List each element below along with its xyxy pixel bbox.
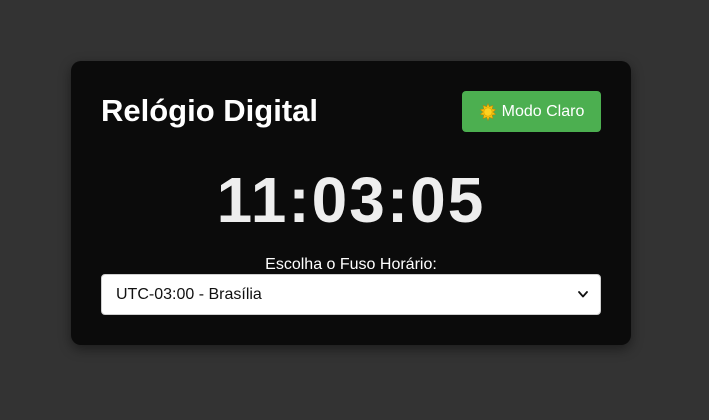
sun-icon	[479, 102, 496, 121]
chevron-down-icon	[578, 291, 588, 298]
timezone-label: Escolha o Fuso Horário:	[265, 256, 437, 273]
light-mode-button[interactable]: Modo Claro	[462, 91, 601, 132]
timezone-select[interactable]: UTC-03:00 - Brasília	[101, 274, 601, 315]
clock-display: 11:03:05	[216, 164, 486, 236]
clock-card: Relógio Digital Modo Claro 11:03:05 Esco…	[71, 61, 631, 345]
timezone-selected-value: UTC-03:00 - Brasília	[116, 285, 262, 303]
page-title: Relógio Digital	[101, 93, 318, 128]
light-mode-label: Modo Claro	[501, 102, 585, 120]
